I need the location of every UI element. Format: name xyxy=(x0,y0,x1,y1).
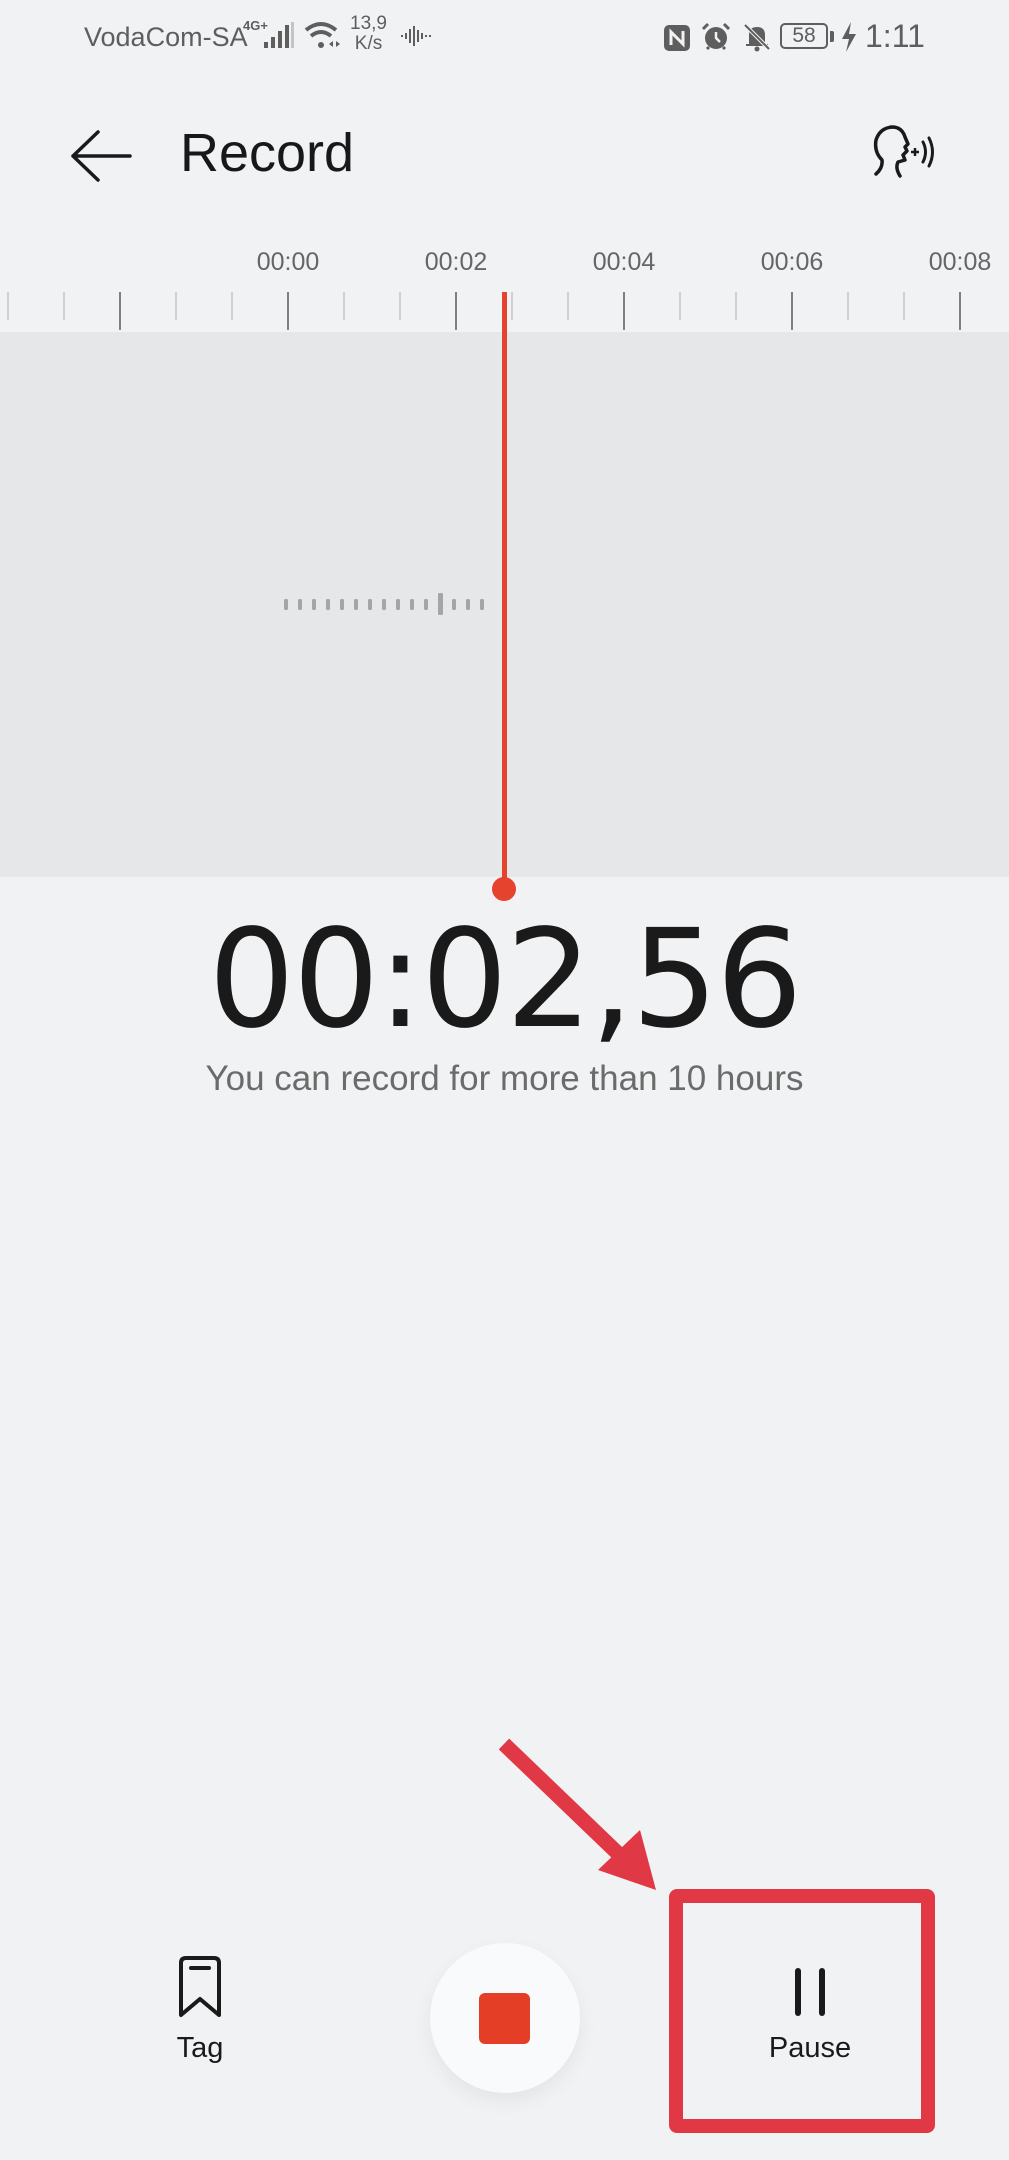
annotation-arrow xyxy=(498,1738,656,1890)
tag-label: Tag xyxy=(176,2032,224,2064)
page-title: Record xyxy=(180,123,355,183)
bookmark-icon xyxy=(179,1956,221,2017)
playhead-handle[interactable] xyxy=(492,877,516,901)
status-time: 1:11 xyxy=(865,18,925,54)
nfc-icon xyxy=(664,25,690,51)
back-arrow-icon[interactable] xyxy=(68,126,134,186)
data-speed-unit: K/s xyxy=(354,33,383,54)
tick-label: 00:04 xyxy=(592,248,656,276)
annotation-highlight-box xyxy=(669,1889,935,2133)
wifi-icon xyxy=(304,22,340,48)
carrier-name: VodaCom-SA xyxy=(84,22,248,52)
recording-hint: You can record for more than 10 hours xyxy=(205,1059,804,1098)
waveform-bar xyxy=(396,599,400,610)
waveform-bar xyxy=(424,599,428,610)
waveform-bar xyxy=(312,599,316,610)
waveform-bar xyxy=(410,599,414,610)
waveform-bar xyxy=(438,593,443,615)
speaking-head-icon[interactable] xyxy=(870,124,946,180)
waveform-bar xyxy=(354,599,358,610)
stop-square-icon xyxy=(479,1993,530,2044)
tick-label: 00:08 xyxy=(928,248,992,276)
charging-bolt-icon xyxy=(842,22,856,52)
tick-label: 00:06 xyxy=(760,248,824,276)
waveform-bar xyxy=(340,599,344,610)
battery-tip xyxy=(830,31,834,42)
voice-activity-icon xyxy=(401,26,431,46)
signal-icon xyxy=(264,22,294,48)
waveform-bar xyxy=(284,599,288,610)
battery-level: 58 xyxy=(792,24,816,47)
waveform-bar xyxy=(298,599,302,610)
mute-bell-icon xyxy=(743,23,771,52)
data-speed-value: 13,9 xyxy=(350,13,387,34)
playhead[interactable] xyxy=(502,292,507,882)
tick-label: 00:02 xyxy=(424,248,488,276)
stop-button[interactable] xyxy=(430,1943,580,2093)
data-speed: 13,9 K/s xyxy=(350,14,387,54)
battery-icon: 58 xyxy=(780,23,828,49)
tag-button[interactable]: Tag xyxy=(150,1955,250,2075)
waveform-bar xyxy=(452,599,456,610)
waveform-bar xyxy=(466,599,470,610)
waveform-bar xyxy=(382,599,386,610)
waveform xyxy=(284,593,484,615)
waveform-bar xyxy=(480,599,484,610)
tick-label: 00:00 xyxy=(256,248,320,276)
alarm-icon xyxy=(701,22,731,51)
elapsed-time: 00:02,56 xyxy=(208,901,802,1059)
waveform-bar xyxy=(368,599,372,610)
waveform-bar xyxy=(326,599,330,610)
